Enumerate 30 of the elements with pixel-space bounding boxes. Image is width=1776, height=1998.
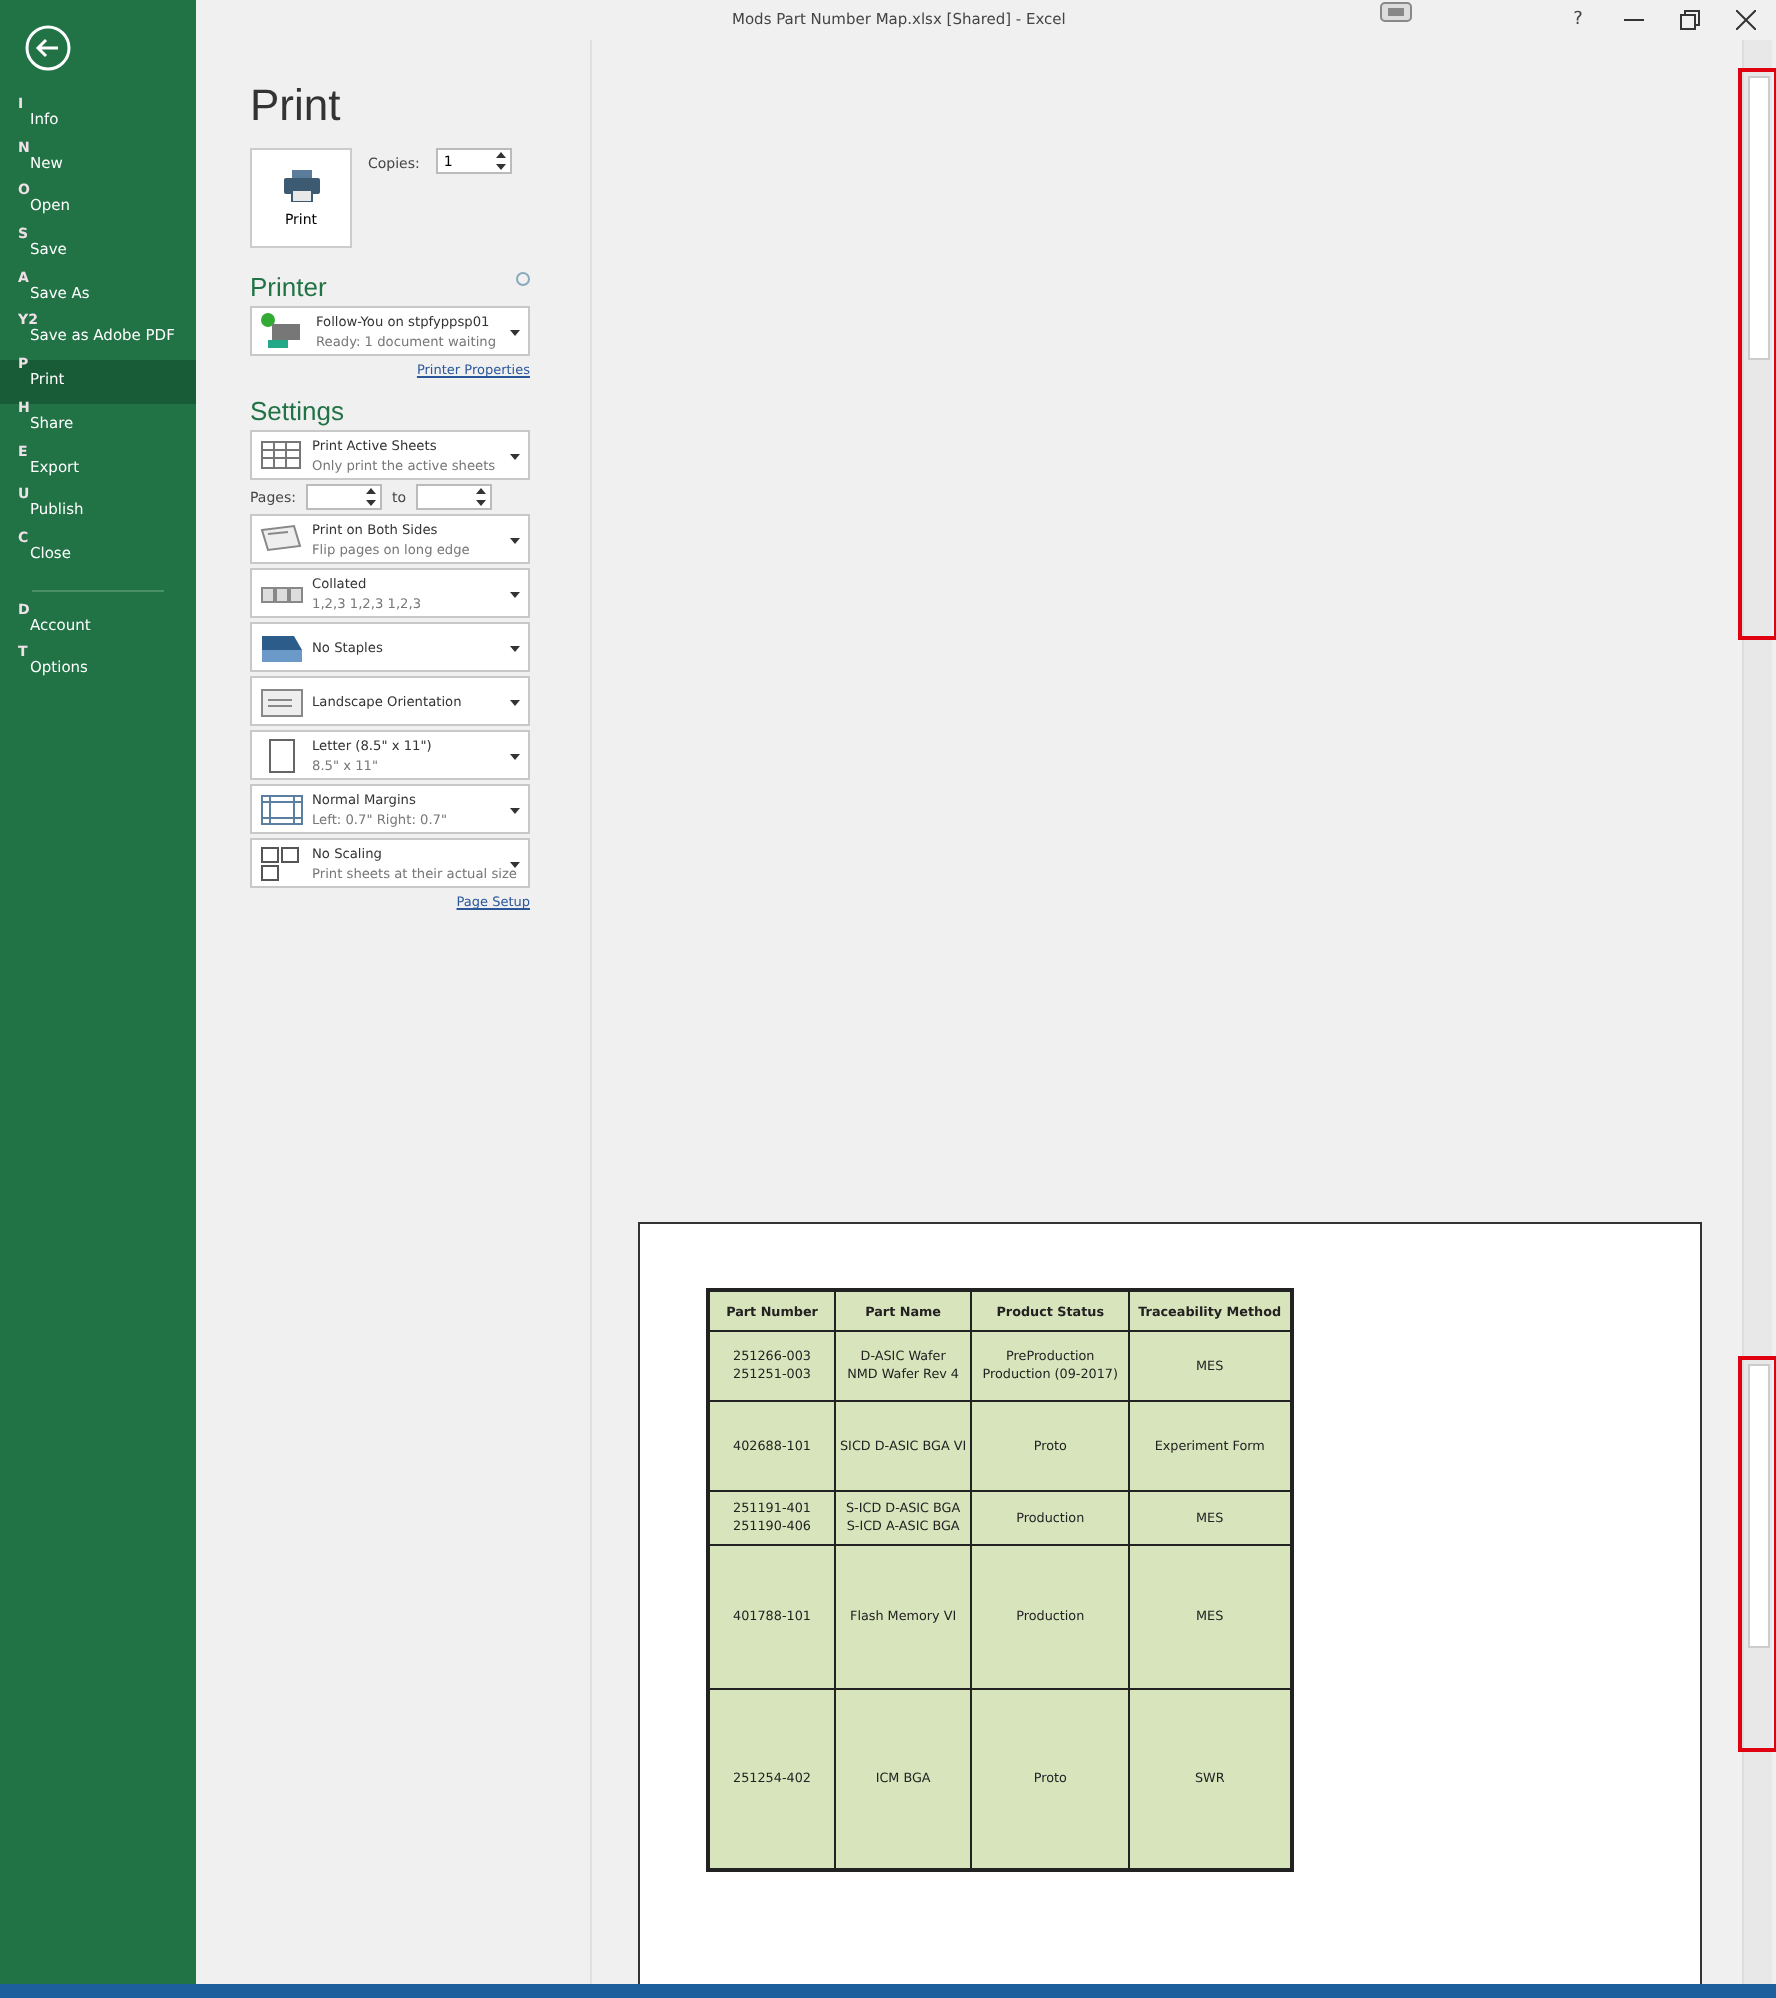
spin-arrows-icon[interactable] bbox=[365, 488, 376, 506]
caret-icon bbox=[510, 592, 520, 598]
display-icon[interactable] bbox=[1380, 2, 1412, 22]
margins-icon bbox=[260, 791, 304, 827]
grid-icon bbox=[260, 437, 304, 473]
page-to-field[interactable] bbox=[415, 484, 492, 510]
landscape-page-icon bbox=[260, 683, 304, 719]
print-heading: Print bbox=[250, 80, 343, 132]
caret-icon bbox=[510, 700, 520, 706]
printer-heading: Printer bbox=[250, 272, 327, 302]
caret-icon bbox=[510, 862, 520, 868]
help-button[interactable]: ? bbox=[1568, 8, 1588, 30]
caret-icon bbox=[510, 454, 520, 460]
scaling-icon bbox=[260, 845, 304, 881]
caret-icon bbox=[510, 646, 520, 652]
spin-arrows-icon[interactable] bbox=[475, 488, 486, 506]
settings-heading: Settings bbox=[250, 396, 346, 426]
scrollbar-thumb[interactable] bbox=[1748, 1364, 1770, 1648]
scrollbar-thumb[interactable] bbox=[1748, 76, 1770, 360]
page-from-field[interactable] bbox=[305, 484, 382, 510]
close-icon[interactable] bbox=[1736, 8, 1756, 30]
back-icon[interactable] bbox=[24, 24, 72, 72]
caret-icon bbox=[510, 754, 520, 760]
caret-icon bbox=[510, 808, 520, 814]
spin-arrows-icon[interactable] bbox=[495, 152, 506, 170]
printer-icon bbox=[281, 169, 321, 201]
pages-icon bbox=[260, 521, 304, 557]
caret-icon bbox=[510, 330, 520, 336]
restore-icon[interactable] bbox=[1680, 8, 1700, 30]
caret-icon bbox=[510, 538, 520, 544]
